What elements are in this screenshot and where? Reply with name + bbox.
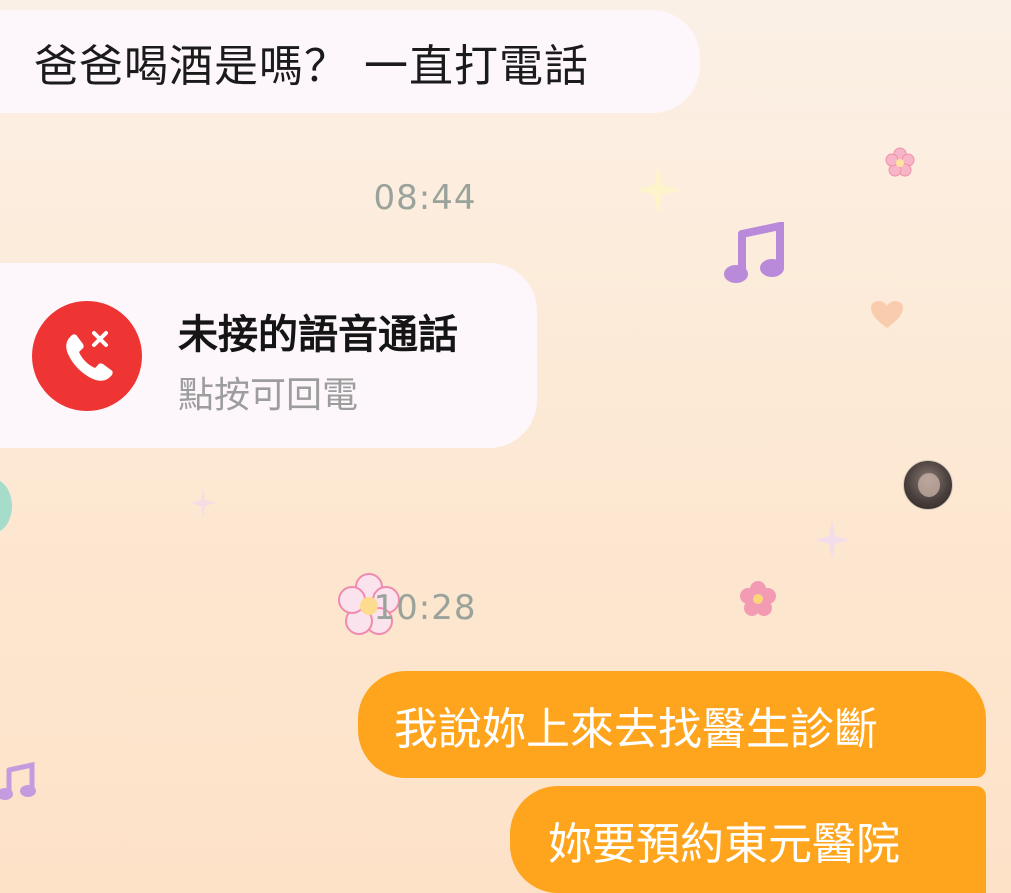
message-text: 妳要預約東元醫院 (548, 818, 900, 870)
missed-call-title: 未接的語音通話 (178, 312, 458, 358)
flower-icon (885, 147, 915, 177)
timestamp: 08:44 (373, 178, 477, 218)
missed-call-icon (32, 301, 142, 411)
decorative-blob (0, 478, 12, 534)
music-note-icon (724, 222, 784, 283)
outgoing-message-bubble[interactable]: 妳要預約東元醫院 (510, 786, 986, 893)
heart-icon (871, 301, 903, 328)
message-text: 我說妳上來去找醫生診斷 (394, 703, 878, 755)
sparkle-icon (190, 488, 216, 518)
message-text: 爸爸喝酒是嗎？ 一直打電話 (34, 40, 589, 92)
incoming-message-bubble[interactable]: 爸爸喝酒是嗎？ 一直打電話 (0, 10, 700, 113)
music-note-icon (0, 762, 36, 800)
missed-call-subtitle[interactable]: 點按可回電 (178, 366, 358, 418)
sparkle-icon (815, 520, 849, 560)
timestamp: 10:28 (373, 588, 477, 628)
outgoing-message-bubble[interactable]: 我說妳上來去找醫生診斷 (358, 671, 986, 778)
avatar[interactable] (903, 460, 953, 510)
